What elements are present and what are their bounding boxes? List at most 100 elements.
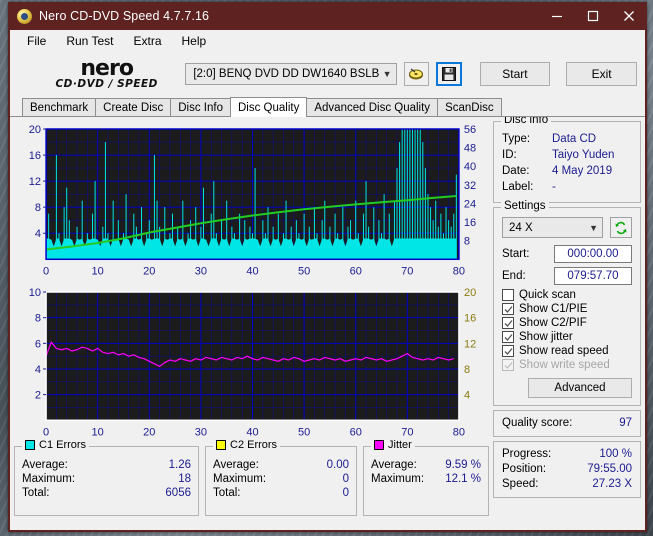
svg-text:8: 8 xyxy=(35,313,41,325)
svg-text:8: 8 xyxy=(35,202,41,214)
tab-disc-info[interactable]: Disc Info xyxy=(170,98,231,116)
start-button[interactable]: Start xyxy=(479,62,551,86)
speed-label: Speed: xyxy=(502,478,539,490)
c2-average-value: 0.00 xyxy=(326,458,349,471)
c1-errors-group: C1 Errors Average: 1.26 Maximum: 18 Tota… xyxy=(14,438,199,516)
disc-type-row: Type: Data CD xyxy=(502,131,632,147)
speed-select-value: 24 X xyxy=(509,221,533,234)
c1-errors-label: C1 Errors xyxy=(39,438,87,451)
checkbox-label: Show read speed xyxy=(519,345,609,357)
svg-text:40: 40 xyxy=(246,427,258,439)
disc-type-value: Data CD xyxy=(552,133,597,145)
exit-button[interactable]: Exit xyxy=(566,62,637,86)
speed-select[interactable]: 24 X ▼ xyxy=(502,217,603,238)
c1-average-label: Average: xyxy=(22,458,68,471)
svg-text:20: 20 xyxy=(143,265,155,277)
save-button[interactable] xyxy=(436,62,462,86)
svg-text:10: 10 xyxy=(92,265,104,277)
svg-text:40: 40 xyxy=(464,161,476,173)
nero-logo: nero CD·DVD ∕ SPEED xyxy=(38,58,175,90)
drive-select-value: [2:0] BENQ DVD DD DW1640 BSLB xyxy=(193,68,380,80)
svg-text:40: 40 xyxy=(246,265,258,277)
c2-total-label: Total: xyxy=(213,486,241,499)
drive-select[interactable]: [2:0] BENQ DVD DD DW1640 BSLB ▼ xyxy=(185,63,397,85)
jitter-color-swatch xyxy=(374,439,384,450)
refresh-icon xyxy=(615,221,627,234)
c2-errors-group: C2 Errors Average: 0.00 Maximum: 0 Total… xyxy=(205,438,357,516)
position-label: Position: xyxy=(502,463,547,475)
c2-total-row: Total: 0 xyxy=(213,486,349,500)
refresh-button[interactable] xyxy=(610,217,632,238)
svg-text:10: 10 xyxy=(92,427,104,439)
settings-speed-row: 24 X ▼ xyxy=(502,217,632,238)
advanced-button[interactable]: Advanced xyxy=(528,378,632,398)
checkbox-show-c2-pif[interactable]: Show C2/PIF xyxy=(502,317,632,329)
svg-text:12: 12 xyxy=(29,176,41,188)
menu-extra[interactable]: Extra xyxy=(124,31,170,51)
close-icon[interactable] xyxy=(611,2,647,30)
check-icon xyxy=(504,319,513,327)
disc-date-value: 4 May 2019 xyxy=(552,165,613,177)
chevron-down-icon: ▼ xyxy=(589,222,598,233)
c1-total-label: Total: xyxy=(22,486,50,499)
client-area: File Run Test Extra Help nero CD·DVD ∕ S… xyxy=(10,30,645,530)
tab-create-disc[interactable]: Create Disc xyxy=(95,98,172,116)
svg-text:32: 32 xyxy=(464,180,476,192)
jitter-average-value: 9.59 % xyxy=(445,458,481,471)
svg-text:0: 0 xyxy=(43,427,49,439)
svg-text:4: 4 xyxy=(464,390,470,402)
svg-text:48: 48 xyxy=(464,143,476,155)
c2-errors-legend: C2 Errors xyxy=(213,438,281,451)
disc-label-label: Label: xyxy=(502,181,534,193)
start-input[interactable]: 000:00.00 xyxy=(554,245,632,263)
jitter-maximum-value: 12.1 % xyxy=(445,472,481,485)
checkbox-label: Show jitter xyxy=(519,331,573,343)
menu-run-test[interactable]: Run Test xyxy=(57,31,122,51)
svg-text:8: 8 xyxy=(464,236,470,248)
tab-scandisc[interactable]: ScanDisc xyxy=(437,98,502,116)
main-body: 4 8 12 16 20 8 16 24 32 40 48 56 0 10 20 30 40 50 60 70 80 2… xyxy=(10,114,645,530)
tab-advanced-disc-quality[interactable]: Advanced Disc Quality xyxy=(306,98,439,116)
c1-average-row: Average: 1.26 xyxy=(22,458,191,472)
progress-value: 100 % xyxy=(599,448,632,460)
start-label: Start: xyxy=(502,248,530,260)
svg-text:30: 30 xyxy=(195,427,207,439)
c2-maximum-label: Maximum: xyxy=(213,472,267,485)
svg-text:60: 60 xyxy=(350,427,362,439)
settings-legend: Settings xyxy=(501,200,549,212)
menu-bar: File Run Test Extra Help xyxy=(10,30,645,52)
tab-benchmark[interactable]: Benchmark xyxy=(22,98,97,116)
svg-text:50: 50 xyxy=(298,427,310,439)
nero-disc-icon xyxy=(17,8,32,24)
svg-text:12: 12 xyxy=(464,339,476,351)
disc-eject-button[interactable] xyxy=(403,62,430,86)
c2-average-row: Average: 0.00 xyxy=(213,458,349,472)
status-box: Progress: 100 % Position: 79:55.00 Speed… xyxy=(493,441,641,498)
c2-maximum-row: Maximum: 0 xyxy=(213,472,349,486)
checkbox-show-read-speed[interactable]: Show read speed xyxy=(502,345,632,357)
c2-color-swatch xyxy=(216,439,226,450)
checkbox-box xyxy=(502,303,514,315)
statistics-bar: C1 Errors Average: 1.26 Maximum: 18 Tota… xyxy=(14,438,489,516)
end-label: End: xyxy=(502,270,526,282)
disc-date-label: Date: xyxy=(502,165,530,177)
menu-help[interactable]: Help xyxy=(173,31,216,51)
checkbox-label: Show C1/PIE xyxy=(519,303,588,315)
checkbox-show-c1-pie[interactable]: Show C1/PIE xyxy=(502,303,632,315)
checkbox-quick-scan[interactable]: Quick scan xyxy=(502,289,632,301)
tab-disc-quality[interactable]: Disc Quality xyxy=(230,97,308,117)
menu-file[interactable]: File xyxy=(18,31,55,51)
checkbox-box xyxy=(502,331,514,343)
jitter-legend: Jitter xyxy=(371,438,415,451)
maximize-icon[interactable] xyxy=(575,2,611,30)
checkbox-show-jitter[interactable]: Show jitter xyxy=(502,331,632,343)
disc-id-label: ID: xyxy=(502,149,517,161)
svg-text:6: 6 xyxy=(35,339,41,351)
svg-text:50: 50 xyxy=(298,265,310,277)
logo-wordmark: nero xyxy=(80,56,134,82)
jitter-group: Jitter Average: 9.59 % Maximum: 12.1 % xyxy=(363,438,489,516)
c1-total-value: 6056 xyxy=(165,486,191,499)
disc-type-label: Type: xyxy=(502,133,531,145)
minimize-icon[interactable] xyxy=(539,2,575,30)
end-input[interactable]: 079:57.70 xyxy=(554,267,632,285)
